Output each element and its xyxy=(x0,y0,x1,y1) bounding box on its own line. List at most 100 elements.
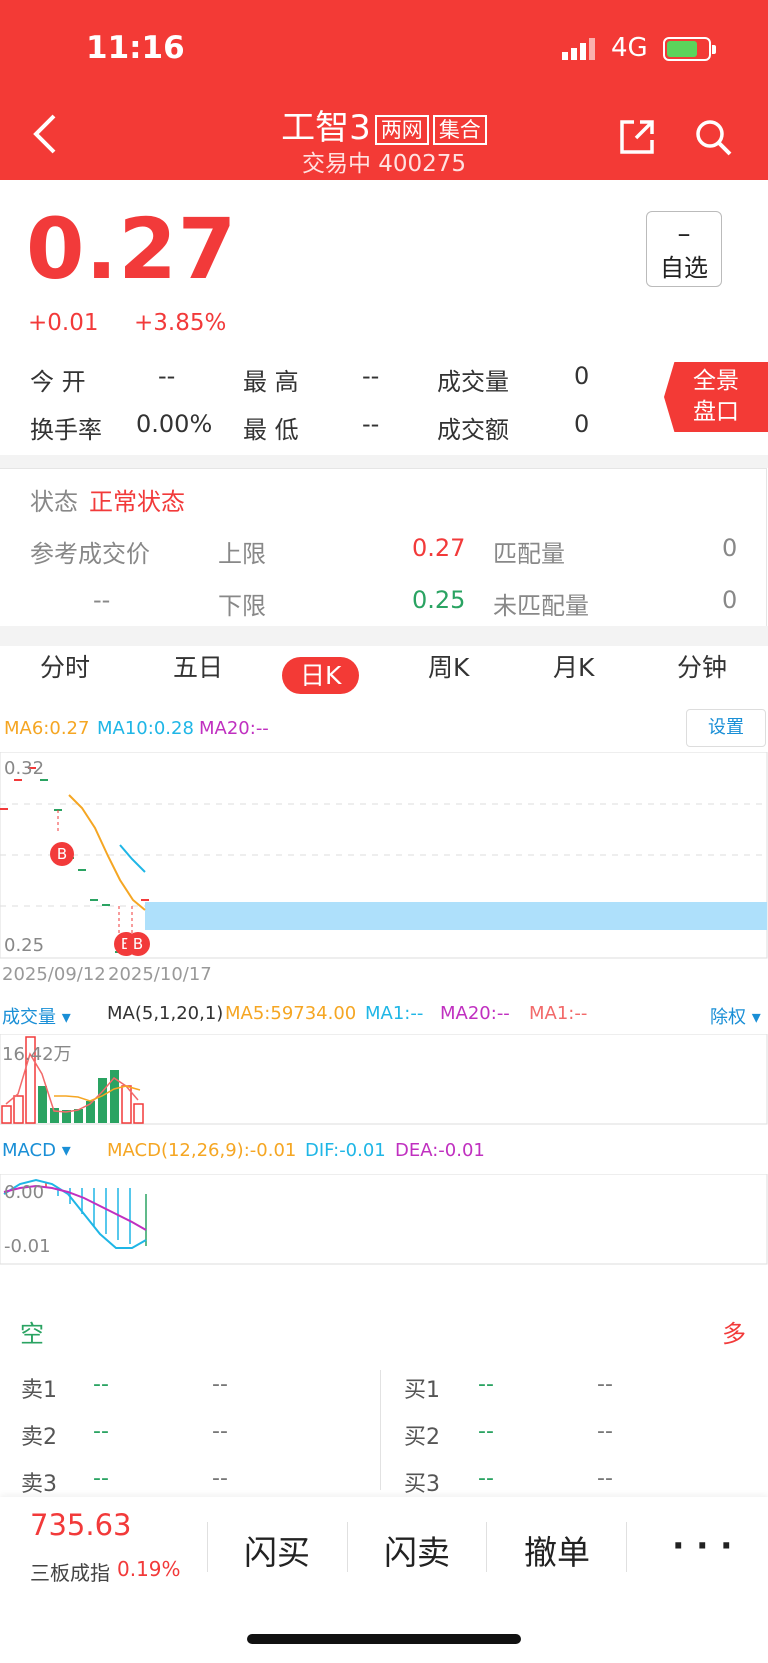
buy-2-price: -- xyxy=(478,1419,494,1444)
price-change-pct: +3.85% xyxy=(134,310,227,336)
sell-3-label: 卖3 xyxy=(21,1472,57,1497)
macd-dea: DEA:-0.01 xyxy=(395,1140,485,1161)
match-value: 0 xyxy=(722,534,738,562)
watch-symbol: – xyxy=(677,219,691,249)
tab-timeshare[interactable]: 分时 xyxy=(40,648,90,684)
macd-indicator-label: MACD xyxy=(2,1140,56,1161)
sell-1-volume: -- xyxy=(212,1372,228,1397)
kline-ymax: 0.32 xyxy=(4,758,45,779)
sell-2-volume: -- xyxy=(212,1419,228,1444)
lower-value: 0.25 xyxy=(412,586,466,614)
network-label: 4G xyxy=(611,33,648,63)
signal-icon xyxy=(562,38,595,60)
search-icon[interactable] xyxy=(694,118,734,158)
divider xyxy=(0,626,768,646)
volume-ma-config: MA(5,1,20,1) xyxy=(107,1003,224,1024)
macd-ybottom: -0.01 xyxy=(4,1236,51,1257)
tab-minute[interactable]: 分钟 xyxy=(677,648,727,684)
volume-ma20: MA20:-- xyxy=(440,1003,510,1024)
upper-value: 0.27 xyxy=(412,534,466,562)
tab-daily-k[interactable]: 日K xyxy=(282,656,360,694)
volume-ma1b: MA1:-- xyxy=(529,1003,588,1024)
unmatch-label: 未匹配量 xyxy=(493,592,589,620)
low-label: 最 低 xyxy=(243,416,299,444)
high-value: -- xyxy=(362,362,380,390)
buy-marker[interactable]: B xyxy=(126,932,150,956)
volume-indicator-select[interactable]: 成交量 ▾ xyxy=(2,1003,71,1029)
date-end: 2025/10/17 xyxy=(108,964,212,985)
volume-ymax: 16.42万 xyxy=(2,1044,72,1065)
adjust-label: 除权 xyxy=(710,1007,746,1028)
volume-ma1: MA1:-- xyxy=(365,1003,424,1024)
more-button[interactable]: · · · xyxy=(672,1526,733,1565)
unmatch-value: 0 xyxy=(722,586,738,614)
index-pct: 0.19% xyxy=(117,1557,181,1581)
volume-ma5: MA5:59734.00 xyxy=(225,1003,357,1024)
amount-label: 成交额 xyxy=(437,416,509,444)
open-value: -- xyxy=(158,362,176,390)
buy-3-price: -- xyxy=(478,1466,494,1491)
lower-label: 下限 xyxy=(218,592,266,620)
flash-sell-button[interactable]: 闪卖 xyxy=(384,1526,450,1574)
buy-2-volume: -- xyxy=(597,1419,613,1444)
index-name[interactable]: 三板成指 xyxy=(30,1557,110,1586)
tab-daily-k-label: 日K xyxy=(282,657,360,694)
date-start: 2025/09/12 xyxy=(2,964,106,985)
volume-chart xyxy=(0,1034,768,1125)
stock-name: 工智3 xyxy=(281,108,371,148)
settings-button[interactable]: 设置 xyxy=(686,709,766,747)
share-icon[interactable] xyxy=(618,118,656,156)
bear-label: 空 xyxy=(20,1320,44,1348)
buy-1-label: 买1 xyxy=(404,1378,440,1403)
macd-dif: DIF:-0.01 xyxy=(305,1140,386,1161)
ref-price-label: 参考成交价 xyxy=(30,540,150,568)
panorama-line1: 全景 xyxy=(693,368,739,394)
state-label: 状态 xyxy=(30,488,78,516)
state-value: 正常状态 xyxy=(89,488,185,516)
flash-buy-button[interactable]: 闪买 xyxy=(244,1526,310,1574)
battery-icon xyxy=(663,37,716,61)
sell-3-price: -- xyxy=(93,1466,109,1491)
price-change: +0.01 xyxy=(28,310,99,336)
upper-label: 上限 xyxy=(218,540,266,568)
low-value: -- xyxy=(362,410,380,438)
index-value[interactable]: 735.63 xyxy=(30,1508,131,1542)
divider xyxy=(207,1522,208,1572)
ref-price-value: -- xyxy=(93,586,111,614)
ma20-legend: MA20:-- xyxy=(199,718,269,739)
macd-indicator-select[interactable]: MACD ▾ xyxy=(2,1140,71,1161)
buy-marker[interactable]: B xyxy=(50,842,74,866)
sell-3-volume: -- xyxy=(212,1466,228,1491)
open-label: 今 开 xyxy=(30,368,86,396)
divider xyxy=(486,1522,487,1572)
kline-ymin: 0.25 xyxy=(4,935,45,956)
ma6-legend: MA6:0.27 xyxy=(4,718,90,739)
tab-weekly-k[interactable]: 周K xyxy=(428,648,469,684)
buy-1-volume: -- xyxy=(597,1372,613,1397)
sell-1-price: -- xyxy=(93,1372,109,1397)
volume-label: 成交量 xyxy=(437,368,509,396)
adjust-select[interactable]: 除权 ▾ xyxy=(710,1003,761,1029)
turnover-value: 0.00% xyxy=(136,410,213,438)
volume-indicator-label: 成交量 xyxy=(2,1007,56,1028)
watchlist-button[interactable]: – 自选 xyxy=(646,211,722,287)
high-label: 最 高 xyxy=(243,368,299,396)
tab-monthly-k[interactable]: 月K xyxy=(553,648,594,684)
panorama-button[interactable]: 全景 盘口 xyxy=(664,362,768,432)
ma10-legend: MA10:0.28 xyxy=(97,718,194,739)
kline-chart xyxy=(0,752,768,959)
home-indicator[interactable] xyxy=(247,1634,521,1644)
price-limit-band xyxy=(145,902,767,930)
buy-2-label: 买2 xyxy=(404,1425,440,1450)
macd-ytop: 0.00 xyxy=(4,1182,45,1203)
sell-1-label: 卖1 xyxy=(21,1378,57,1403)
sell-2-label: 卖2 xyxy=(21,1425,57,1450)
tab-five-day[interactable]: 五日 xyxy=(173,648,223,684)
watch-label: 自选 xyxy=(660,254,708,282)
divider xyxy=(626,1522,627,1572)
cancel-order-button[interactable]: 撤单 xyxy=(524,1526,590,1574)
last-price: 0.27 xyxy=(26,200,238,298)
macd-config: MACD(12,26,9):-0.01 xyxy=(107,1140,297,1161)
divider xyxy=(0,455,768,468)
bull-label: 多 xyxy=(722,1320,746,1348)
